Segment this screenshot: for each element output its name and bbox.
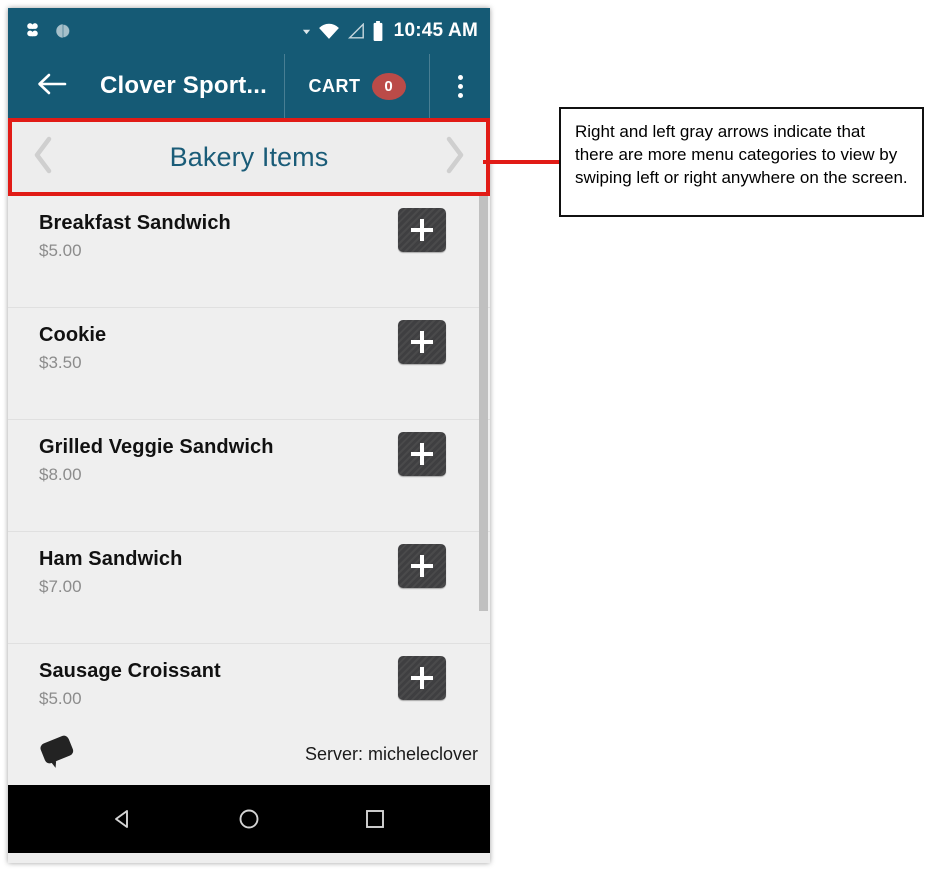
cart-count-badge: 0 (371, 72, 406, 100)
nav-recents-square-icon[interactable] (362, 806, 388, 832)
annotation-text: Right and left gray arrows indicate that… (575, 122, 908, 188)
cell-signal-icon (347, 22, 365, 40)
overflow-menu-icon (457, 74, 463, 80)
plus-icon (420, 443, 424, 465)
overflow-menu-icon (457, 92, 463, 98)
overflow-menu-button[interactable] (430, 54, 490, 118)
category-selector-bar[interactable]: Bakery Items (8, 118, 490, 196)
add-item-button[interactable] (398, 432, 446, 476)
chevron-right-icon (444, 135, 466, 180)
table-row[interactable]: Breakfast Sandwich $5.00 (8, 196, 490, 308)
add-item-button[interactable] (398, 320, 446, 364)
server-label: Server: micheleclover (304, 743, 478, 764)
table-row[interactable]: Ham Sandwich $7.00 (8, 532, 490, 644)
status-bar-clock: 10:45 AM (393, 20, 478, 41)
add-item-button[interactable] (398, 208, 446, 252)
overflow-menu-icon (457, 83, 463, 89)
android-nav-bar (8, 785, 490, 853)
status-bar: 10:45 AM (8, 8, 490, 54)
category-next-button[interactable] (420, 135, 490, 180)
list-scrollbar[interactable] (479, 196, 488, 611)
battery-icon (372, 20, 384, 42)
chevron-down-icon (302, 27, 311, 36)
status-bar-left-icons (22, 21, 72, 42)
category-prev-button[interactable] (8, 135, 78, 180)
nav-back-triangle-icon[interactable] (110, 806, 136, 832)
price-tag-icon[interactable] (36, 731, 78, 778)
cart-button[interactable]: CART 0 (284, 54, 430, 118)
plus-icon (420, 555, 424, 577)
back-button[interactable] (8, 54, 96, 118)
app-bar: Clover Sport... CART 0 (8, 54, 490, 118)
chevron-left-icon (32, 135, 54, 180)
phone-screenshot: 10:45 AM Clover Sport... CART 0 Bakery I… (8, 8, 490, 863)
annotation-connector-line (483, 160, 560, 164)
app-title: Clover Sport... (100, 72, 268, 99)
add-item-button[interactable] (398, 656, 446, 700)
nav-home-circle-icon[interactable] (236, 806, 262, 832)
table-row[interactable]: Cookie $3.50 (8, 308, 490, 420)
plus-icon (420, 331, 424, 353)
cart-label: CART (308, 75, 361, 96)
plus-icon (420, 219, 424, 241)
category-name: Bakery Items (169, 141, 329, 172)
add-item-button[interactable] (398, 544, 446, 588)
back-arrow-icon (37, 72, 67, 101)
app-footer: Server: micheleclover (8, 723, 490, 785)
wifi-icon (318, 23, 340, 40)
table-row[interactable]: Grilled Veggie Sandwich $8.00 (8, 420, 490, 532)
menu-item-list[interactable]: Breakfast Sandwich $5.00 Cookie $3.50 Gr… (8, 196, 490, 723)
table-row[interactable]: Sausage Croissant $5.00 (8, 644, 490, 723)
clover-logo-icon (22, 21, 43, 42)
status-bar-right-icons: 10:45 AM (302, 20, 478, 42)
plus-icon (420, 667, 424, 689)
annotation-callout: Right and left gray arrows indicate that… (559, 107, 924, 217)
sync-circle-icon (54, 22, 72, 40)
